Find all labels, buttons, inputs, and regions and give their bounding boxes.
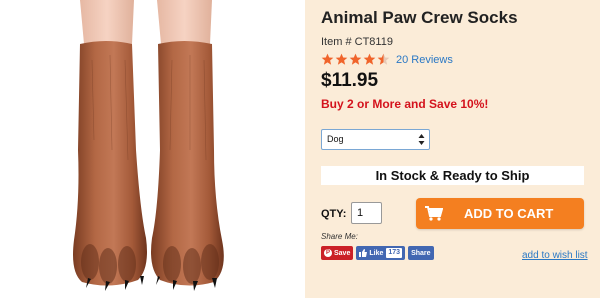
star-icon — [335, 53, 348, 65]
add-to-wishlist-link[interactable]: add to wish list — [522, 250, 588, 261]
add-to-cart-label: ADD TO CART — [464, 206, 554, 221]
product-info-panel: Animal Paw Crew Socks Item # CT8119 20 R… — [305, 0, 600, 298]
stock-status: In Stock & Ready to Ship — [321, 166, 584, 185]
pinterest-icon: P — [324, 249, 332, 257]
facebook-like-button[interactable]: Like 173 — [356, 246, 406, 260]
half-star-icon — [377, 53, 390, 65]
variant-select-value: Dog — [327, 134, 344, 144]
facebook-share-label: Share — [411, 249, 431, 257]
thumbs-up-icon — [359, 249, 368, 257]
facebook-share-button[interactable]: Share — [408, 246, 434, 260]
rating: 20 Reviews — [321, 53, 453, 66]
pinterest-save-label: Save — [334, 249, 351, 257]
share-buttons: P Save Like 173 Share — [321, 246, 434, 260]
qty-label: QTY: — [321, 208, 347, 220]
star-icon — [349, 53, 362, 65]
price: $11.95 — [321, 70, 379, 91]
product-title: Animal Paw Crew Socks — [321, 8, 518, 27]
paw-socks-photo — [73, 0, 224, 291]
add-to-cart-button[interactable]: ADD TO CART — [416, 198, 584, 229]
select-arrows-icon — [418, 134, 425, 145]
facebook-like-label: Like — [369, 249, 384, 257]
star-icon — [321, 53, 334, 65]
promo-text: Buy 2 or More and Save 10%! — [321, 97, 489, 111]
item-number: Item # CT8119 — [321, 36, 393, 48]
cart-icon — [425, 206, 443, 221]
quantity-input[interactable]: 1 — [351, 202, 382, 224]
variant-select[interactable]: Dog — [321, 129, 430, 150]
star-icon — [363, 53, 376, 65]
share-label: Share Me: — [321, 232, 358, 241]
facebook-like-count: 173 — [386, 248, 403, 258]
pinterest-save-button[interactable]: P Save — [321, 246, 354, 260]
reviews-link[interactable]: 20 Reviews — [396, 54, 453, 66]
product-image — [0, 0, 305, 298]
star-rating — [321, 53, 391, 66]
